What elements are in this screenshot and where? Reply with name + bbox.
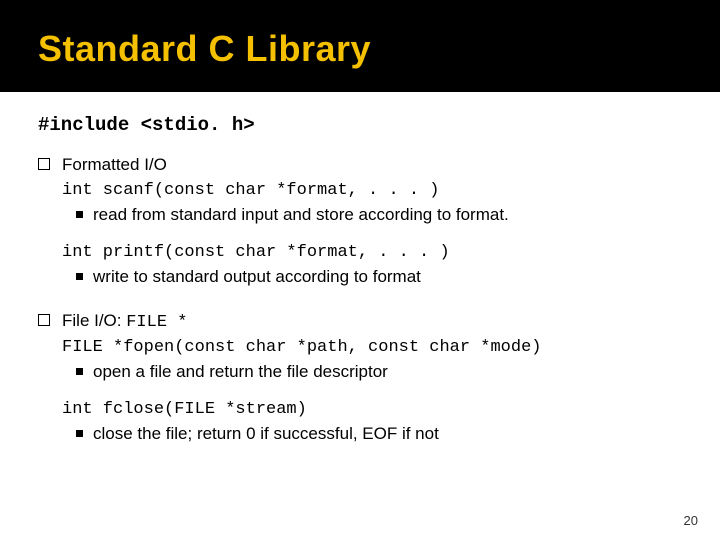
sub-item: close the file; return 0 if successful, … [62, 423, 690, 445]
checkbox-icon [38, 314, 50, 326]
sub-item: read from standard input and store accor… [62, 204, 690, 226]
slide-content: #include <stdio. h> Formatted I/O int sc… [0, 92, 720, 445]
checkbox-icon [38, 158, 50, 170]
slide-title: Standard C Library [38, 28, 720, 70]
sub-item: write to standard output according to fo… [62, 266, 690, 288]
section-heading: File I/O: FILE * [62, 310, 690, 334]
heading-mono: FILE * [126, 313, 187, 332]
section-file-io: File I/O: FILE * FILE *fopen(const char … [38, 310, 690, 444]
heading-text: File I/O: [62, 311, 126, 330]
heading-text: Formatted I/O [62, 155, 167, 174]
include-directive: #include <stdio. h> [38, 114, 690, 136]
code-line: int fclose(FILE *stream) [62, 399, 690, 421]
sub-item: open a file and return the file descript… [62, 361, 690, 383]
square-bullet-icon [76, 211, 83, 218]
title-band: Standard C Library [0, 0, 720, 92]
sub-text: close the file; return 0 if successful, … [93, 423, 439, 445]
code-line: FILE *fopen(const char *path, const char… [62, 337, 690, 359]
sub-text: write to standard output according to fo… [93, 266, 421, 288]
page-number: 20 [684, 513, 698, 528]
sub-text: read from standard input and store accor… [93, 204, 509, 226]
code-line: int printf(const char *format, . . . ) [62, 242, 690, 264]
section-heading: Formatted I/O [62, 154, 690, 178]
sub-text: open a file and return the file descript… [93, 361, 388, 383]
section-formatted-io: Formatted I/O int scanf(const char *form… [38, 154, 690, 288]
square-bullet-icon [76, 273, 83, 280]
code-line: int scanf(const char *format, . . . ) [62, 180, 690, 202]
square-bullet-icon [76, 368, 83, 375]
square-bullet-icon [76, 430, 83, 437]
